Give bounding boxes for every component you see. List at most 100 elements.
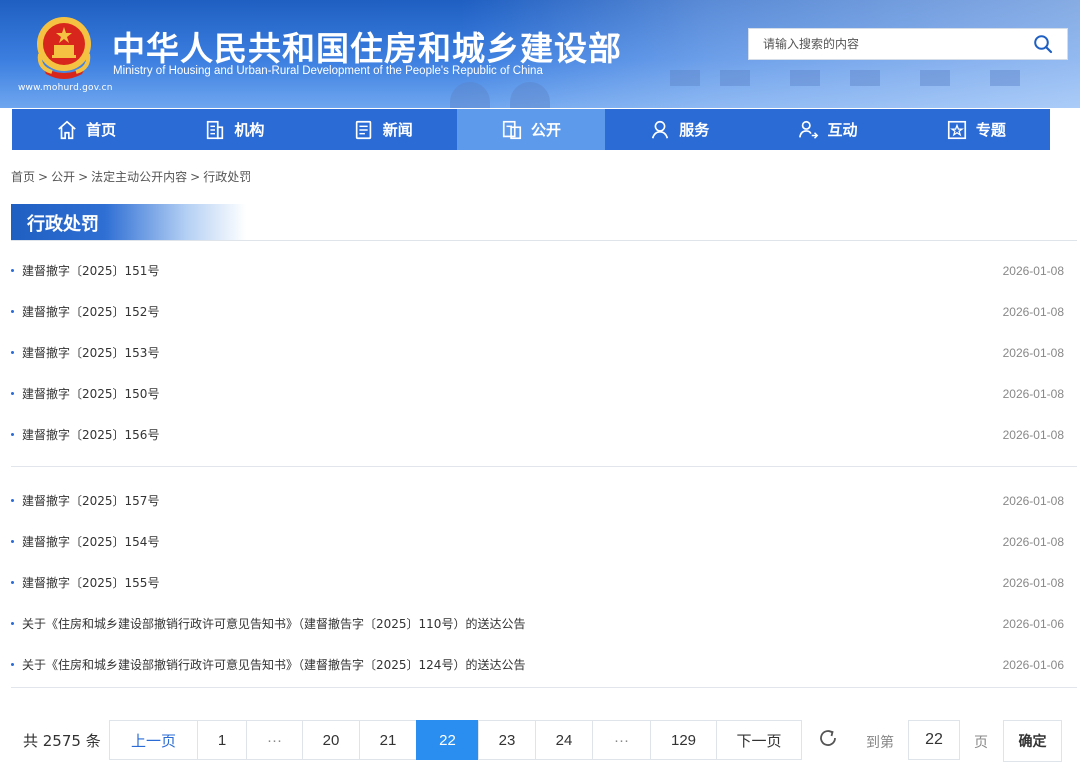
breadcrumb-separator: > — [78, 170, 89, 184]
nav-item-label: 新闻 — [382, 121, 413, 139]
bullet-icon — [11, 269, 14, 272]
nav-item-label: 机构 — [234, 121, 265, 139]
nav-item-service[interactable]: 服务 — [605, 109, 753, 150]
breadcrumb-public[interactable]: 公开 — [51, 170, 75, 184]
section-divider — [11, 240, 1077, 241]
nav-item-home[interactable]: 首页 — [12, 109, 160, 150]
header-window — [920, 70, 950, 86]
prev-page-button[interactable]: 上一页 — [109, 720, 198, 760]
list-item-title[interactable]: 建督撤字〔2025〕153号 — [22, 344, 159, 361]
list-item-title[interactable]: 建督撤字〔2025〕150号 — [22, 385, 159, 402]
list-item-title[interactable]: 建督撤字〔2025〕157号 — [22, 492, 159, 509]
search-input[interactable] — [749, 29, 1029, 59]
bullet-icon — [11, 392, 14, 395]
national-emblem-icon[interactable] — [32, 14, 96, 80]
header-window — [720, 70, 750, 86]
list-item-date: 2026-01-08 — [1002, 386, 1064, 401]
nav-item-topic[interactable]: 专题 — [902, 109, 1050, 150]
nav-item-news[interactable]: 新闻 — [309, 109, 457, 150]
confirm-button[interactable]: 确定 — [1003, 720, 1062, 762]
bullet-icon — [11, 351, 14, 354]
bullet-icon — [11, 622, 14, 625]
page-ellipsis[interactable]: ··· — [246, 720, 303, 760]
list-item[interactable]: 建督撤字〔2025〕156号 2026-01-08 — [11, 414, 1066, 455]
list-item-title[interactable]: 关于《住房和城乡建设部撤销行政许可意见告知书》（建督撤告字〔2025〕110号）… — [22, 615, 525, 632]
list-item[interactable]: 建督撤字〔2025〕155号 2026-01-08 — [11, 562, 1066, 603]
list-item-date: 2026-01-06 — [1002, 616, 1064, 631]
list-bottom-divider — [11, 687, 1077, 688]
page-button[interactable]: 1 — [197, 720, 247, 760]
search-icon[interactable] — [1033, 34, 1053, 54]
search-box — [748, 28, 1068, 60]
list-item-title[interactable]: 关于《住房和城乡建设部撤销行政许可意见告知书》（建督撤告字〔2025〕124号）… — [22, 656, 525, 673]
goto-label: 到第 — [866, 735, 894, 751]
list-item[interactable]: 关于《住房和城乡建设部撤销行政许可意见告知书》（建督撤告字〔2025〕110号）… — [11, 603, 1066, 644]
current-page-button[interactable]: 22 — [416, 720, 479, 760]
site-header: www.mohurd.gov.cn 中华人民共和国住房和城乡建设部 Minist… — [0, 0, 1080, 108]
header-window — [670, 70, 700, 86]
list-item-date: 2026-01-08 — [1002, 345, 1064, 360]
page-button[interactable]: 24 — [535, 720, 593, 760]
list-item-title[interactable]: 建督撤字〔2025〕154号 — [22, 533, 159, 550]
list-item-date: 2026-01-08 — [1002, 304, 1064, 319]
list-item-title[interactable]: 建督撤字〔2025〕156号 — [22, 426, 159, 443]
list-item-date: 2026-01-08 — [1002, 534, 1064, 549]
list-item-title[interactable]: 建督撤字〔2025〕152号 — [22, 303, 159, 320]
refresh-icon[interactable] — [816, 726, 840, 750]
list-item-date: 2026-01-08 — [1002, 427, 1064, 442]
nav-item-label: 互动 — [827, 121, 858, 139]
list-item-date: 2026-01-08 — [1002, 575, 1064, 590]
next-page-button[interactable]: 下一页 — [716, 720, 802, 760]
nav-item-public[interactable]: 公开 — [456, 109, 606, 150]
page-button[interactable]: 21 — [359, 720, 417, 760]
list-item-date: 2026-01-06 — [1002, 657, 1064, 672]
page-button[interactable]: 23 — [478, 720, 536, 760]
nav-item-label: 公开 — [530, 121, 561, 139]
breadcrumb: 首页 > 公开 > 法定主动公开内容 > 行政处罚 — [11, 168, 251, 185]
breadcrumb-home[interactable]: 首页 — [11, 170, 35, 184]
breadcrumb-administrative-penalty[interactable]: 行政处罚 — [203, 170, 251, 184]
main-nav: 首页 机构 新闻 公开 服务 互动 专题 — [12, 109, 1050, 150]
list-item[interactable]: 建督撤字〔2025〕151号 2026-01-08 — [11, 250, 1066, 291]
page-button[interactable]: 20 — [302, 720, 360, 760]
section-title-banner: 行政处罚 — [11, 204, 246, 240]
list-item[interactable]: 建督撤字〔2025〕150号 2026-01-08 — [11, 373, 1066, 414]
nav-item-label: 首页 — [86, 121, 117, 139]
goto-page-input[interactable] — [908, 720, 960, 760]
section-title: 行政处罚 — [27, 214, 99, 235]
pagination: 共 2575 条 上一页 1 ··· 20 21 22 23 24 ··· 12… — [11, 720, 1071, 762]
bullet-icon — [11, 663, 14, 666]
header-window — [790, 70, 820, 86]
list-item[interactable]: 建督撤字〔2025〕152号 2026-01-08 — [11, 291, 1066, 332]
page-button[interactable]: 129 — [650, 720, 717, 760]
list-item[interactable]: 建督撤字〔2025〕153号 2026-01-08 — [11, 332, 1066, 373]
article-list: 建督撤字〔2025〕157号 2026-01-08 建督撤字〔2025〕154号… — [11, 480, 1066, 685]
nav-item-organization[interactable]: 机构 — [160, 109, 308, 150]
building-icon — [207, 120, 224, 139]
site-url: www.mohurd.gov.cn — [18, 83, 113, 93]
list-item-date: 2026-01-08 — [1002, 493, 1064, 508]
site-title-english: Ministry of Housing and Urban-Rural Deve… — [113, 65, 543, 77]
list-item[interactable]: 建督撤字〔2025〕154号 2026-01-08 — [11, 521, 1066, 562]
breadcrumb-separator: > — [190, 170, 201, 184]
list-item-date: 2026-01-08 — [1002, 263, 1064, 278]
news-icon — [355, 120, 371, 139]
list-item-title[interactable]: 建督撤字〔2025〕155号 — [22, 574, 159, 591]
header-window — [850, 70, 880, 86]
site-title[interactable]: 中华人民共和国住房和城乡建设部 — [112, 22, 622, 70]
bullet-icon — [11, 540, 14, 543]
list-item-title[interactable]: 建督撤字〔2025〕151号 — [22, 262, 159, 279]
nav-item-interaction[interactable]: 互动 — [753, 109, 901, 150]
document-icon — [502, 120, 522, 139]
list-item[interactable]: 关于《住房和城乡建设部撤销行政许可意见告知书》（建督撤告字〔2025〕124号）… — [11, 644, 1066, 685]
article-list: 建督撤字〔2025〕151号 2026-01-08 建督撤字〔2025〕152号… — [11, 250, 1066, 455]
bullet-icon — [11, 433, 14, 436]
topic-icon — [947, 120, 966, 139]
bullet-icon — [11, 310, 14, 313]
page-ellipsis[interactable]: ··· — [592, 720, 651, 760]
list-item[interactable]: 建督撤字〔2025〕157号 2026-01-08 — [11, 480, 1066, 521]
service-icon — [652, 120, 669, 139]
nav-item-label: 专题 — [975, 121, 1006, 139]
interaction-icon — [798, 120, 818, 139]
breadcrumb-statutory-content[interactable]: 法定主动公开内容 — [91, 170, 187, 184]
